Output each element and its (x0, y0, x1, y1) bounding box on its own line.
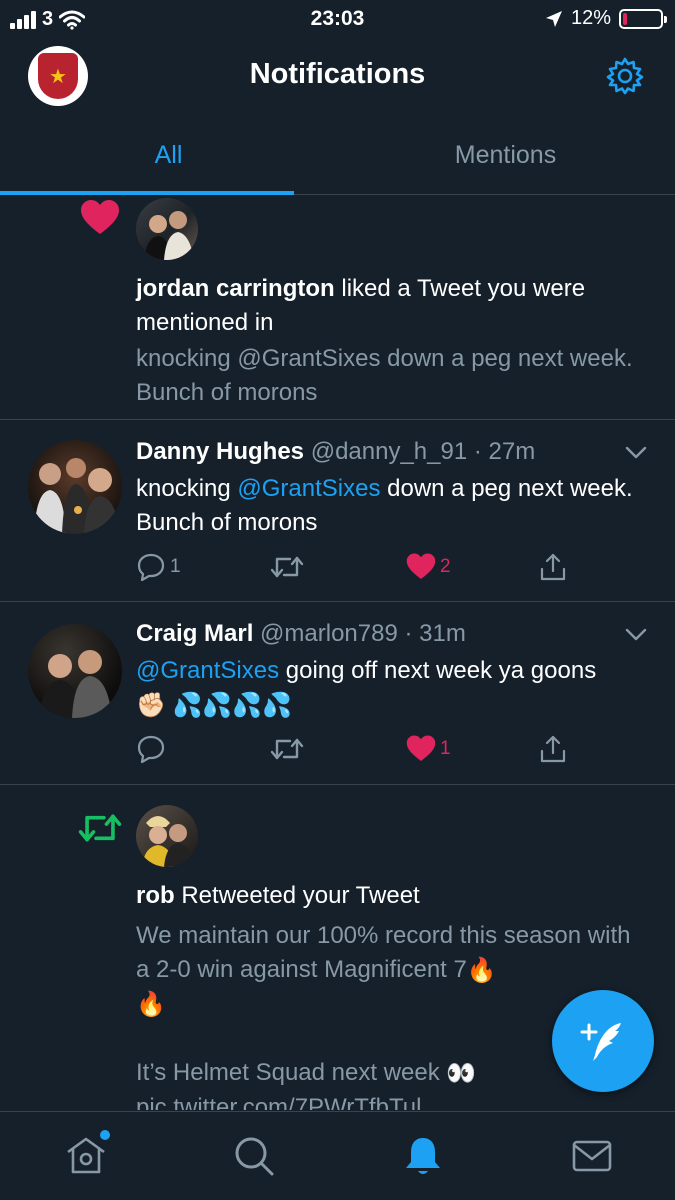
author-name[interactable]: Danny Hughes (136, 438, 304, 465)
tweet[interactable]: Danny Hughes @danny_h_91 · 27m knocking … (0, 420, 675, 602)
heart-filled-icon (406, 553, 436, 579)
author-name[interactable]: Craig Marl (136, 620, 253, 647)
avatar[interactable] (136, 198, 198, 260)
like-notification[interactable]: jordan carrington liked a Tweet you were… (0, 196, 675, 420)
fire-emoji: 🔥 (466, 956, 497, 984)
battery-icon (619, 8, 667, 29)
new-content-dot (100, 1130, 110, 1140)
share-button[interactable] (538, 550, 568, 584)
eyes-emoji: 👀 (446, 1059, 477, 1087)
compose-tweet-button[interactable] (552, 990, 654, 1092)
compose-feather-icon (580, 1023, 621, 1061)
person-photo-icon (144, 211, 194, 260)
nav-notifications[interactable] (401, 1134, 445, 1178)
tab-mentions[interactable]: Mentions (337, 118, 674, 195)
tweet-actions: 1 2 (136, 550, 635, 584)
chevron-down-icon[interactable] (625, 628, 647, 642)
retweet-notification-text: rob Retweeted your Tweet (136, 879, 649, 913)
retweet-icon (270, 738, 304, 760)
nav-search[interactable] (232, 1134, 276, 1178)
tweet-header: Craig Marl @marlon789 · 31m (136, 620, 615, 648)
heart-icon (81, 200, 119, 234)
settings-gear-icon[interactable] (605, 56, 645, 96)
tab-all[interactable]: All (0, 118, 337, 195)
reply-icon (137, 735, 165, 764)
tweet-text-end: going off next week ya goons (279, 657, 597, 684)
notifications-bell-icon (406, 1138, 440, 1174)
like-count: 2 (440, 556, 451, 577)
notification-feed[interactable]: jordan carrington liked a Tweet you were… (0, 196, 675, 1110)
tweet-text: @GrantSixes going off next week ya goons… (136, 654, 645, 723)
retweet-button[interactable] (270, 732, 308, 766)
nav-messages[interactable] (570, 1134, 614, 1178)
bottom-navigation (0, 1111, 675, 1200)
tweet-text-start: knocking (136, 475, 238, 502)
chevron-down-icon[interactable] (625, 446, 647, 460)
retweet-icon (270, 556, 304, 578)
messages-envelope-icon (572, 1140, 612, 1172)
like-count: 1 (440, 738, 451, 759)
like-notification-text: jordan carrington liked a Tweet you were… (136, 272, 649, 340)
reply-icon (137, 553, 165, 582)
actor-name[interactable]: jordan carrington (136, 275, 335, 302)
action-text: Retweeted your Tweet (181, 882, 420, 909)
mention-link[interactable]: @GrantSixes (237, 475, 380, 502)
active-tab-indicator (0, 191, 294, 195)
retweet-button[interactable] (270, 550, 308, 584)
avatar[interactable] (136, 805, 198, 867)
notification-tabs: All Mentions (0, 118, 675, 195)
avatar[interactable] (28, 624, 122, 718)
group-photo-icon (40, 650, 112, 718)
status-bar: 3 23:03 12% (0, 0, 675, 38)
battery-info: 12% (545, 7, 667, 30)
share-button[interactable] (538, 732, 568, 766)
battery-percent: 12% (570, 7, 611, 29)
home-icon (67, 1137, 105, 1174)
nav-home[interactable] (64, 1130, 110, 1178)
preview-link[interactable]: pic.twitter.com/7PWrTfbTul (136, 1094, 421, 1110)
author-handle-time[interactable]: @danny_h_91 · 27m (311, 438, 536, 465)
tweet-actions: 1 (136, 732, 635, 766)
tweet-preview: knocking @GrantSixes down a peg next wee… (136, 345, 633, 406)
group-photo-icon (34, 458, 120, 534)
search-icon (235, 1137, 274, 1176)
share-icon (540, 553, 566, 581)
preview-line-2: It’s Helmet Squad next week (136, 1059, 440, 1087)
header: ★ Notifications (0, 38, 675, 116)
share-icon (540, 735, 566, 763)
fire-emoji: 🔥 (136, 991, 166, 1019)
tweet-text: knocking @GrantSixes down a peg next wee… (136, 472, 645, 540)
page-title: Notifications (249, 58, 426, 90)
like-button[interactable]: 2 (406, 550, 451, 584)
author-handle-time[interactable]: @marlon789 · 31m (260, 620, 466, 647)
retweet-icon (78, 814, 122, 842)
reply-button[interactable] (136, 732, 170, 766)
avatar[interactable] (28, 440, 122, 534)
couple-photo-icon (142, 816, 194, 867)
tweet[interactable]: Craig Marl @marlon789 · 31m @GrantSixes … (0, 602, 675, 785)
preview-line-1: We maintain our 100% record this season … (136, 922, 631, 983)
reply-count: 1 (170, 556, 181, 577)
location-arrow-icon (545, 10, 562, 27)
emoji-sequence: ✊🏻 💦💦💦💦 (136, 691, 293, 719)
tweet-header: Danny Hughes @danny_h_91 · 27m (136, 438, 615, 466)
heart-filled-icon (406, 735, 436, 761)
like-button[interactable]: 1 (406, 732, 451, 766)
actor-name[interactable]: rob (136, 882, 175, 909)
reply-button[interactable]: 1 (136, 550, 181, 584)
mention-link[interactable]: @GrantSixes (136, 657, 279, 684)
